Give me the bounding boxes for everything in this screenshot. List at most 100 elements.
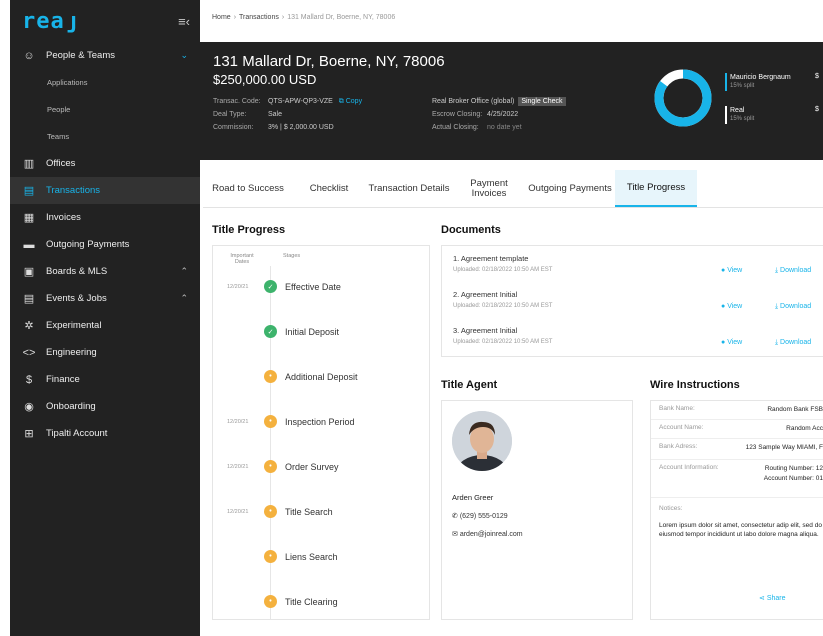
tab-outgoing-payments[interactable]: Outgoing Payments xyxy=(525,170,615,207)
documents-heading: Documents xyxy=(441,224,501,236)
step-label: Liens Search xyxy=(285,552,338,562)
progress-step: 12/20/21 • Title Search xyxy=(213,505,429,519)
breadcrumb-separator: › xyxy=(281,14,285,21)
sidebar-item-onboarding[interactable]: ◉ Onboarding xyxy=(10,393,200,420)
sidebar-item-outgoing-payments[interactable]: ▬ Outgoing Payments xyxy=(10,231,200,258)
sidebar-item-offices[interactable]: ▥ Offices xyxy=(10,150,200,177)
download-button[interactable]: ⤓ Download xyxy=(775,339,811,347)
code-label: Transac. Code: xyxy=(213,98,261,105)
step-date: 12/20/21 xyxy=(227,284,249,290)
notices-value: Lorem ipsum dolor sit amet, consectetur … xyxy=(659,522,822,538)
view-button[interactable]: ● View xyxy=(721,339,742,346)
sidebar-item-label: Transactions xyxy=(46,185,101,196)
sidebar-item-label: Engineering xyxy=(46,347,97,358)
sidebar-item-label: Tipalti Account xyxy=(46,428,108,439)
collapse-sidebar-icon[interactable]: ≡‹ xyxy=(178,14,190,29)
boards-icon: ▣ xyxy=(23,266,35,278)
finance-icon: $ xyxy=(25,373,33,386)
tab-transaction-details[interactable]: Transaction Details xyxy=(365,170,453,207)
chevron-icon[interactable]: ⌃ xyxy=(180,266,188,277)
tab-road-to-success[interactable]: Road to Success xyxy=(203,170,293,207)
sidebar-item-experimental[interactable]: ✲ Experimental xyxy=(10,312,200,339)
breadcrumb-transactions[interactable]: Transactions xyxy=(239,14,279,21)
document-row: 3. Agreement Initial Uploaded: 02/18/2022… xyxy=(453,326,823,352)
account-name-value: Random Acc xyxy=(786,425,823,432)
sidebar-item-tipalti-account[interactable]: ⊞ Tipalti Account xyxy=(10,420,200,447)
chevron-icon[interactable]: ⌃ xyxy=(180,293,188,304)
sidebar-item-invoices[interactable]: ▦ Invoices xyxy=(10,204,200,231)
commission-split-donut xyxy=(654,69,712,127)
important-dates-header: Important Dates xyxy=(230,253,254,265)
pending-icon: • xyxy=(264,415,277,428)
title-agent-email[interactable]: ✉ arden@joinreal.com xyxy=(452,530,523,538)
document-uploaded: Uploaded: 02/18/2022 10:50 AM EST xyxy=(453,267,553,273)
document-row: 1. Agreement template Uploaded: 02/18/202… xyxy=(453,254,823,280)
sidebar-item-transactions[interactable]: ▤ Transactions xyxy=(10,177,200,204)
step-date: 12/20/21 xyxy=(227,464,249,470)
view-label: View xyxy=(727,339,743,346)
property-address: 131 Mallard Dr, Boerne, NY, 78006 xyxy=(213,53,445,70)
experimental-icon: ✲ xyxy=(24,320,34,332)
title-agent-avatar xyxy=(452,411,512,471)
chevron-icon[interactable]: ⌄ xyxy=(180,50,188,61)
split-agent-1: Mauricio Bergnaum 15% split xyxy=(725,73,791,91)
sidebar-subitem-people[interactable]: People xyxy=(10,96,200,123)
share-icon: ⋖ xyxy=(759,595,765,602)
deal-type-value: Sale xyxy=(268,111,283,118)
single-check-badge: Single Check xyxy=(518,97,566,106)
title-agent-phone[interactable]: ✆ (629) 555-0129 xyxy=(452,512,508,520)
account-icon: ⊞ xyxy=(24,428,34,440)
split-agent-2-name: Real xyxy=(730,107,745,114)
account-info-label: Account Information: xyxy=(659,464,719,471)
check-icon: ✓ xyxy=(264,280,277,293)
step-label: Order Survey xyxy=(285,462,339,472)
progress-step: 12/20/21 • Order Survey xyxy=(213,460,429,474)
document-name: 1. Agreement template xyxy=(453,254,529,263)
transactions-icon: ▤ xyxy=(23,185,35,197)
copy-icon: ⧉ xyxy=(338,98,344,105)
sidebar-subitem-applications[interactable]: Applications xyxy=(10,69,200,96)
share-button[interactable]: ⋖ Share xyxy=(759,594,786,602)
step-label: Effective Date xyxy=(285,282,341,292)
sidebar-item-label: People & Teams xyxy=(46,50,116,61)
step-date: 12/20/21 xyxy=(227,509,249,515)
breadcrumb-home[interactable]: Home xyxy=(212,14,231,21)
document-uploaded: Uploaded: 02/18/2022 10:50 AM EST xyxy=(453,303,553,309)
progress-step: • Additional Deposit xyxy=(213,370,429,384)
sidebar-item-engineering[interactable]: <> Engineering xyxy=(10,339,200,366)
tab-title-progress[interactable]: Title Progress xyxy=(615,170,697,207)
download-button[interactable]: ⤓ Download xyxy=(775,303,811,311)
real-logo: reaյ xyxy=(22,8,79,34)
sidebar-item-label: Experimental xyxy=(46,320,102,331)
sidebar-header: reaյ ≡‹ xyxy=(10,0,200,42)
view-button[interactable]: ● View xyxy=(721,303,742,310)
copy-button[interactable]: ⧉ Copy xyxy=(339,98,362,105)
transaction-meta-left: Transac. Code: QTS-APW-QP3-VZE ⧉ Copy Dea… xyxy=(213,95,362,134)
sidebar-item-finance[interactable]: $ Finance xyxy=(10,366,200,393)
engineering-icon: <> xyxy=(22,346,36,359)
download-label: Download xyxy=(780,339,812,346)
sidebar-item-boards-mls[interactable]: ▣ Boards & MLS ⌃ xyxy=(10,258,200,285)
sidebar-nav: ☺ People & Teams ⌄ Applications People Teams ▥… xyxy=(10,42,200,447)
sidebar-subitem-teams[interactable]: Teams xyxy=(10,123,200,150)
tab-checklist[interactable]: Checklist xyxy=(293,170,365,207)
sidebar: reaյ ≡‹ ☺ People & Teams ⌄ Applications Peop… xyxy=(10,0,200,636)
progress-step: • Title Clearing xyxy=(213,595,429,609)
phone-icon: ✆ xyxy=(452,513,458,520)
email-icon: ✉ xyxy=(452,531,458,538)
step-label: Title Search xyxy=(285,507,333,517)
view-button[interactable]: ● View xyxy=(721,267,742,274)
commission-label: Commission: xyxy=(213,124,254,131)
sidebar-item-label: Events & Jobs xyxy=(46,293,107,304)
transaction-tabs: Road to Success Checklist Transaction Deta… xyxy=(203,170,823,208)
sidebar-item-events-jobs[interactable]: ▤ Events & Jobs ⌃ xyxy=(10,285,200,312)
download-button[interactable]: ⤓ Download xyxy=(775,267,811,275)
tab-payment-invoices[interactable]: Payment Invoices xyxy=(453,170,525,207)
invoices-icon: ▦ xyxy=(23,212,35,224)
sidebar-item-people-teams[interactable]: ☺ People & Teams ⌄ xyxy=(10,42,200,69)
bank-name-value: Random Bank FSB xyxy=(767,406,823,413)
split-agent-1-split: 15% split xyxy=(730,83,755,89)
document-name: 3. Agreement Initial xyxy=(453,326,518,335)
step-label: Title Clearing xyxy=(285,597,338,607)
bank-address-label: Bank Adress: xyxy=(659,443,698,450)
